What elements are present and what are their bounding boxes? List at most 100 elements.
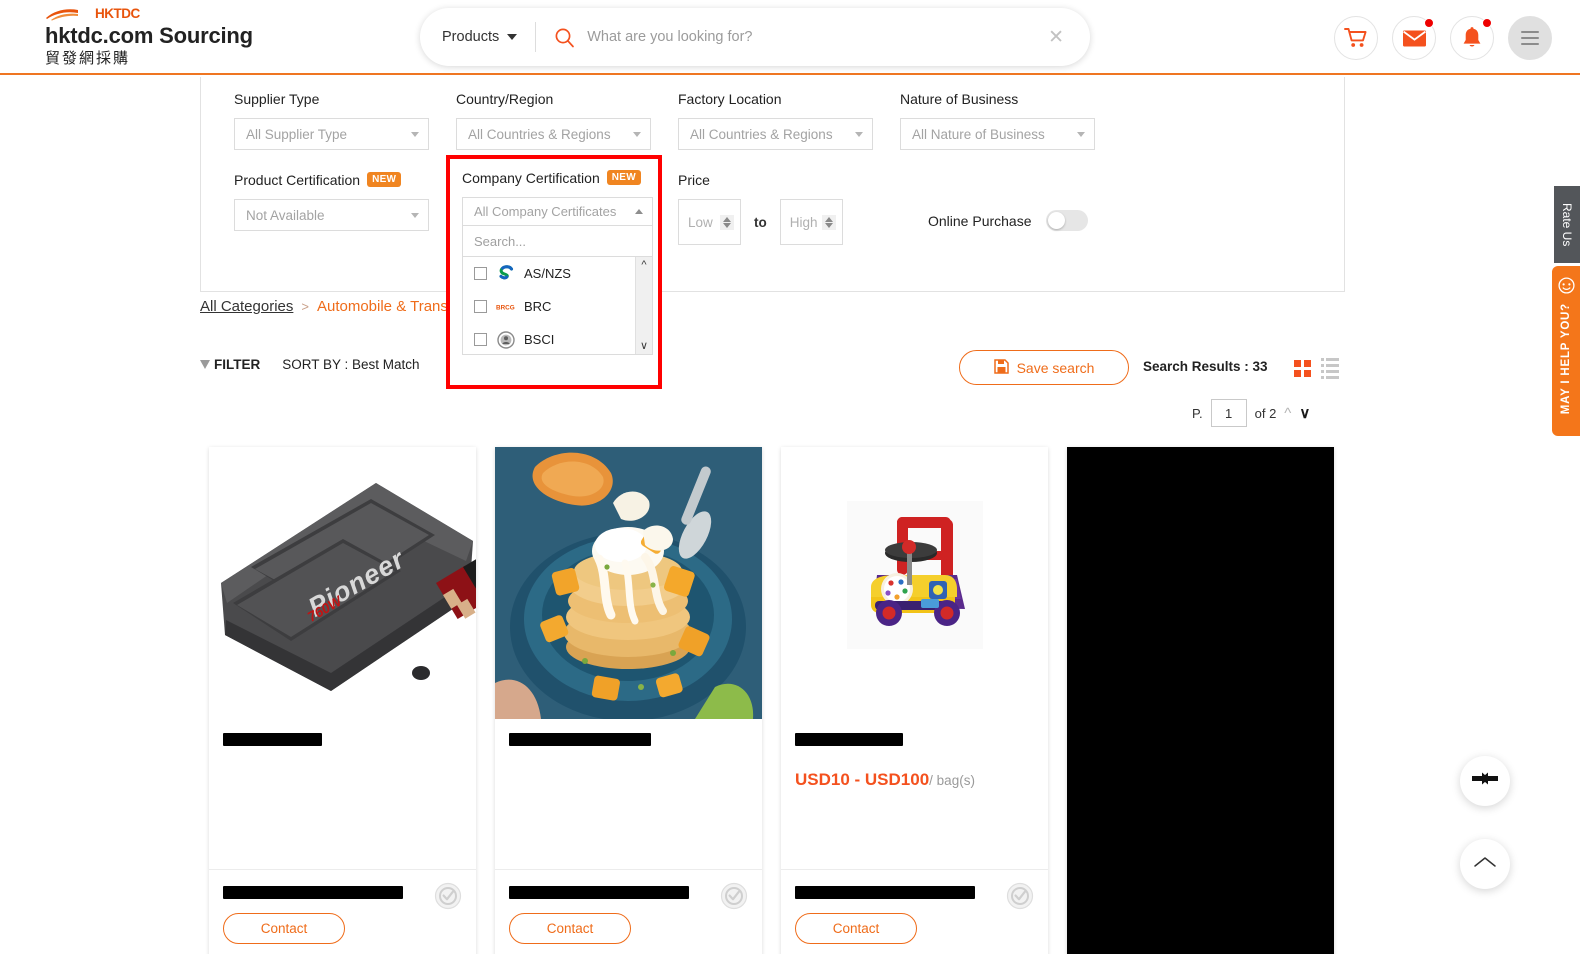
sort-by-selector[interactable]: SORT BY : Best Match [282, 357, 419, 372]
factory-location-select[interactable]: All Countries & Regions [678, 118, 873, 150]
mail-icon[interactable] [1392, 16, 1436, 60]
supplier-name-redacted [795, 886, 975, 899]
product-card[interactable]: Pioneer 760W Contact [209, 447, 476, 954]
grid-view-icon[interactable] [1294, 360, 1311, 377]
filter-row-secondary: Product Certification NEW Not Available … [201, 150, 1344, 245]
product-info: USD10 - USD100/ bag(s) [781, 719, 1048, 869]
filter-nature-of-business: Nature of Business All Nature of Busines… [900, 89, 1130, 150]
country-region-label: Country/Region [456, 90, 554, 107]
online-purchase-label: Online Purchase [928, 212, 1032, 229]
chevron-down-icon [855, 131, 863, 137]
back-to-top-button[interactable] [1460, 839, 1510, 889]
view-toggle-group [1294, 358, 1339, 380]
company-certification-select[interactable]: All Company Certificates [462, 197, 653, 226]
close-icon[interactable]: ✕ [1048, 28, 1064, 47]
product-certification-select[interactable]: Not Available [234, 199, 429, 231]
supplier-type-select[interactable]: All Supplier Type [234, 118, 429, 150]
price-separator: to [754, 214, 767, 230]
checkbox[interactable] [474, 333, 487, 346]
list-item[interactable]: AS/NZS [463, 257, 636, 290]
company-certification-search-input[interactable]: Search... [462, 226, 653, 257]
header-icon-group [1334, 16, 1552, 60]
chevron-down-icon [411, 131, 419, 137]
scroll-up-icon[interactable]: ^ [641, 260, 646, 271]
sort-bar: FILTER SORT BY : Best Match [200, 357, 420, 372]
brand-subtitle: 貿發網採購 [45, 49, 131, 67]
filter-country-region: Country/Region All Countries & Regions [456, 89, 678, 150]
chevron-down-icon[interactable]: ∨ [1299, 406, 1310, 421]
product-image-toy-car[interactable] [781, 447, 1048, 719]
product-certification-text: Product Certification [234, 171, 361, 188]
save-search-button[interactable]: Save search [959, 350, 1129, 385]
factory-location-value: All Countries & Regions [690, 126, 833, 142]
cart-icon[interactable] [1334, 16, 1378, 60]
brand-title: hktdc.com Sourcing [45, 22, 253, 48]
company-certification-value: All Company Certificates [474, 204, 617, 219]
compare-button[interactable] [1460, 756, 1510, 806]
company-certification-filter: Company Certification NEW All Company Ce… [450, 159, 658, 355]
product-card[interactable]: USD10 - USD100/ bag(s) Contact [781, 447, 1048, 954]
company-certification-label: Company Certification NEW [462, 168, 658, 187]
list-item-label: BRC [524, 299, 552, 314]
product-grid: Pioneer 760W Contact Contact USD10 - USD… [209, 447, 1334, 954]
as-nzs-logo-icon [496, 264, 515, 283]
nature-of-business-select[interactable]: All Nature of Business [900, 118, 1095, 150]
list-view-icon[interactable] [1320, 358, 1339, 380]
product-image-pancakes[interactable] [495, 447, 762, 719]
contact-button[interactable]: Contact [223, 913, 345, 944]
may-i-help-you-tab[interactable]: MAY I HELP YOU? [1552, 266, 1580, 436]
price-high-stepper[interactable] [821, 214, 836, 230]
checkbox[interactable] [474, 267, 487, 280]
nature-of-business-value: All Nature of Business [912, 126, 1045, 142]
chevron-up-icon[interactable]: ^ [1284, 406, 1291, 421]
breadcrumb-current[interactable]: Automobile & Transp [317, 298, 456, 315]
product-price-value: USD10 - USD100 [795, 770, 930, 789]
contact-button[interactable]: Contact [795, 913, 917, 944]
nature-of-business-label: Nature of Business [900, 90, 1019, 107]
breadcrumb-root[interactable]: All Categories [200, 298, 293, 315]
search-bar: Products ✕ [420, 8, 1090, 66]
checkbox[interactable] [474, 300, 487, 313]
svg-text:BRCGS: BRCGS [496, 304, 515, 311]
online-purchase-toggle[interactable] [1045, 210, 1088, 231]
company-certification-text: Company Certification [462, 169, 600, 186]
product-image-amplifier[interactable]: Pioneer 760W [209, 447, 476, 719]
verified-supplier-badge-icon [434, 882, 462, 910]
product-card[interactable]: USD5.4 - USD32.4/ carat(s) USD6 - USD36 … [1067, 447, 1334, 954]
pagination: P. 1 of 2 ^ ∨ [1192, 399, 1310, 427]
chevron-up-icon [1473, 855, 1497, 874]
filter-button[interactable]: FILTER [200, 357, 260, 372]
product-card[interactable]: Contact [495, 447, 762, 954]
brand-block[interactable]: HKTDC hktdc.com Sourcing 貿發網採購 [45, 6, 365, 68]
product-footer: Contact [495, 869, 762, 954]
verified-supplier-badge-icon [720, 882, 748, 910]
bell-icon[interactable] [1450, 16, 1494, 60]
price-low-input[interactable]: Low [678, 199, 741, 245]
contact-button[interactable]: Contact [509, 913, 631, 944]
hamburger-lines [1521, 30, 1539, 46]
price-high-input[interactable]: High [779, 199, 843, 245]
rate-us-tab[interactable]: Rate Us [1554, 186, 1580, 263]
site-header: HKTDC hktdc.com Sourcing 貿發網採購 Products … [0, 0, 1580, 75]
scroll-down-icon[interactable]: ∨ [640, 341, 648, 352]
list-item[interactable]: BRCGS BRC [463, 290, 636, 323]
search-input[interactable] [587, 29, 1049, 45]
chevron-down-icon [507, 34, 518, 40]
product-info [495, 719, 762, 869]
product-certification-value: Not Available [246, 207, 325, 223]
list-item[interactable]: BSCI [463, 323, 636, 354]
country-region-select[interactable]: All Countries & Regions [456, 118, 651, 150]
pagination-total: of 2 [1254, 405, 1277, 421]
product-price-unit: / bag(s) [929, 773, 975, 788]
breadcrumb-separator-icon: > [301, 299, 309, 314]
price-range-row: Low to High [678, 199, 900, 245]
product-image-placeholder[interactable] [1067, 447, 1334, 954]
search-category-selector[interactable]: Products [420, 22, 537, 52]
page-number-input[interactable]: 1 [1210, 399, 1247, 427]
price-low-stepper[interactable] [720, 214, 734, 230]
product-footer: Contact [781, 869, 1048, 954]
company-certification-highlight: Company Certification NEW All Company Ce… [446, 155, 662, 389]
option-list-scrollbar[interactable]: ^ ∨ [635, 257, 652, 354]
hamburger-menu-icon[interactable] [1508, 16, 1552, 60]
funnel-icon [200, 360, 210, 369]
